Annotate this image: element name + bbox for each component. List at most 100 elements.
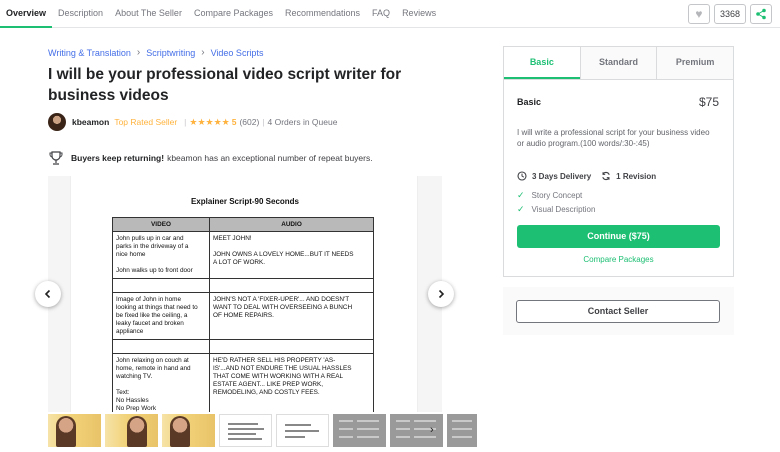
gallery-thumbnails <box>48 414 477 447</box>
script-line: REMODELING, AND COSTLY FEES. <box>213 389 320 396</box>
like-button[interactable]: ♥ <box>687 4 710 24</box>
package-meta: 3 Days Delivery 1 Revision <box>517 171 656 181</box>
seller-overview: kbeamon Top Rated Seller | ★★★★★ 5 (602)… <box>48 113 337 131</box>
trophy-icon <box>49 151 63 165</box>
tab-about-the-seller[interactable]: About The Seller <box>109 0 188 28</box>
like-count: 3368 <box>713 4 746 24</box>
breadcrumb-writing-translation[interactable]: Writing & Translation <box>48 48 131 58</box>
script-line: nice home <box>116 251 146 258</box>
script-line: No Prep Work <box>116 405 157 412</box>
script-line: parks in the driveway of a <box>116 243 189 250</box>
gig-gallery[interactable]: Explainer Script-90 Seconds VIDEO AUDIO … <box>48 176 442 412</box>
script-line: watching TV. <box>116 373 153 380</box>
script-video-cell: John pulls up in car and parks in the dri… <box>112 231 210 279</box>
gallery-next-button[interactable] <box>428 281 454 307</box>
package-panel: Basic Standard Premium Basic $75 I will … <box>503 46 734 277</box>
tab-description[interactable]: Description <box>52 0 109 28</box>
gallery-thumbnail[interactable] <box>333 414 386 447</box>
package-tab-premium[interactable]: Premium <box>656 47 734 79</box>
tab-overview[interactable]: Overview <box>0 0 53 28</box>
script-line <box>116 381 206 389</box>
script-audio-cell <box>209 339 374 354</box>
script-line: HE'D RATHER SELL HIS PROPERTY 'AS- <box>213 357 336 364</box>
package-name: Basic <box>517 97 542 107</box>
share-icon <box>756 8 766 20</box>
script-video-cell: John relaxing on couch at home, remote in… <box>112 353 210 412</box>
tab-compare-packages[interactable]: Compare Packages <box>188 0 279 28</box>
script-line: JOHN'S NOT A 'FIXER-UPER'... AND DOESN'T <box>213 296 350 303</box>
tab-recommendations[interactable]: Recommendations <box>279 0 366 28</box>
gallery-thumbnail[interactable] <box>276 414 329 447</box>
script-video-cell: Image of John in home looking at things t… <box>112 292 210 340</box>
gallery-thumbnail[interactable] <box>390 414 443 447</box>
script-audio-cell <box>209 278 374 293</box>
package-tab-standard[interactable]: Standard <box>579 47 657 79</box>
script-line: OF HOME REPAIRS. <box>213 312 274 319</box>
package-feature: ✓ Story Concept <box>517 190 582 201</box>
table-row <box>112 278 374 293</box>
gallery-thumbnail[interactable] <box>219 414 272 447</box>
package-description: I will write a professional script for y… <box>517 128 710 148</box>
table-row: John relaxing on couch at home, remote in… <box>112 353 374 412</box>
divider: | <box>184 117 187 127</box>
script-audio-cell: HE'D RATHER SELL HIS PROPERTY 'AS- IS'...… <box>209 353 374 412</box>
script-line: Image of John in home <box>116 296 182 303</box>
breadcrumb: Writing & Translation › Scriptwriting › … <box>48 47 263 58</box>
gallery-image-script: Explainer Script-90 Seconds VIDEO AUDIO … <box>70 176 418 412</box>
continue-button[interactable]: Continue ($75) <box>517 225 720 248</box>
table-row <box>112 339 374 354</box>
script-header-video: VIDEO <box>112 217 210 232</box>
table-row: Image of John in home looking at things t… <box>112 292 374 340</box>
seller-name[interactable]: kbeamon <box>72 117 109 127</box>
gallery-thumbnail[interactable] <box>447 414 477 447</box>
star-rating-icons: ★★★★★ <box>189 116 230 127</box>
gallery-thumbnail[interactable] <box>162 414 215 447</box>
script-line: home, remote in hand and <box>116 365 191 372</box>
chevron-right-icon: › <box>430 424 434 436</box>
script-line: THAT COME WITH WORKING WITH A REAL <box>213 373 344 380</box>
gallery-thumbnail[interactable] <box>48 414 101 447</box>
page-title: I will be your professional video script… <box>48 66 402 104</box>
tab-reviews[interactable]: Reviews <box>396 0 442 28</box>
gallery-prev-button[interactable] <box>35 281 61 307</box>
repeat-buyers-notice: Buyers keep returning! kbeamon has an ex… <box>48 150 373 166</box>
feature-label: Visual Description <box>531 205 596 214</box>
repeat-buyers-title: Buyers keep returning! <box>71 153 165 163</box>
script-line: A LOT OF WORK. <box>213 259 266 266</box>
breadcrumb-scriptwriting[interactable]: Scriptwriting <box>146 48 195 58</box>
top-nav: Overview Description About The Seller Co… <box>0 0 780 28</box>
script-line: JOHN OWNS A LOVELY HOME...BUT IT NEEDS <box>213 251 354 258</box>
chevron-right-icon <box>438 289 445 299</box>
script-line <box>213 243 370 251</box>
share-button[interactable] <box>750 4 772 24</box>
chevron-left-icon <box>44 289 51 299</box>
script-line: No Hassles <box>116 397 149 404</box>
compare-packages-link[interactable]: Compare Packages <box>517 255 720 264</box>
script-line: looking at things that need to <box>116 304 198 311</box>
script-line: ESTATE AGENT... LIKE PREP WORK, <box>213 381 324 388</box>
revision-count: 1 Revision <box>616 171 657 181</box>
script-video-cell <box>112 339 210 354</box>
avatar[interactable] <box>48 113 66 131</box>
thumbnails-next-button[interactable]: › <box>430 424 434 436</box>
script-line: appliance <box>116 328 144 335</box>
gallery-thumbnail[interactable] <box>105 414 158 447</box>
check-icon: ✓ <box>517 204 525 214</box>
review-count[interactable]: (602) <box>239 117 259 127</box>
check-icon: ✓ <box>517 190 525 200</box>
package-feature: ✓ Visual Description <box>517 204 595 215</box>
script-table: VIDEO AUDIO John pulls up in car and park… <box>112 217 374 412</box>
nav-tabs: Overview Description About The Seller Co… <box>0 0 442 28</box>
delivery-time: 3 Days Delivery <box>532 171 592 181</box>
script-line: John walks up to front door <box>116 267 193 274</box>
package-price: $75 <box>698 95 719 109</box>
script-line: leaky faucet and broken <box>116 320 184 327</box>
package-tab-basic[interactable]: Basic <box>504 47 580 79</box>
tab-faq[interactable]: FAQ <box>366 0 396 28</box>
refresh-icon <box>602 171 610 181</box>
package-tabs: Basic Standard Premium <box>504 47 734 80</box>
contact-seller-section: Contact Seller <box>503 287 734 335</box>
script-line: WANT TO DEAL WITH OVERSEEING A BUNCH <box>213 304 353 311</box>
contact-seller-button[interactable]: Contact Seller <box>516 300 720 323</box>
breadcrumb-video-scripts[interactable]: Video Scripts <box>211 48 264 58</box>
